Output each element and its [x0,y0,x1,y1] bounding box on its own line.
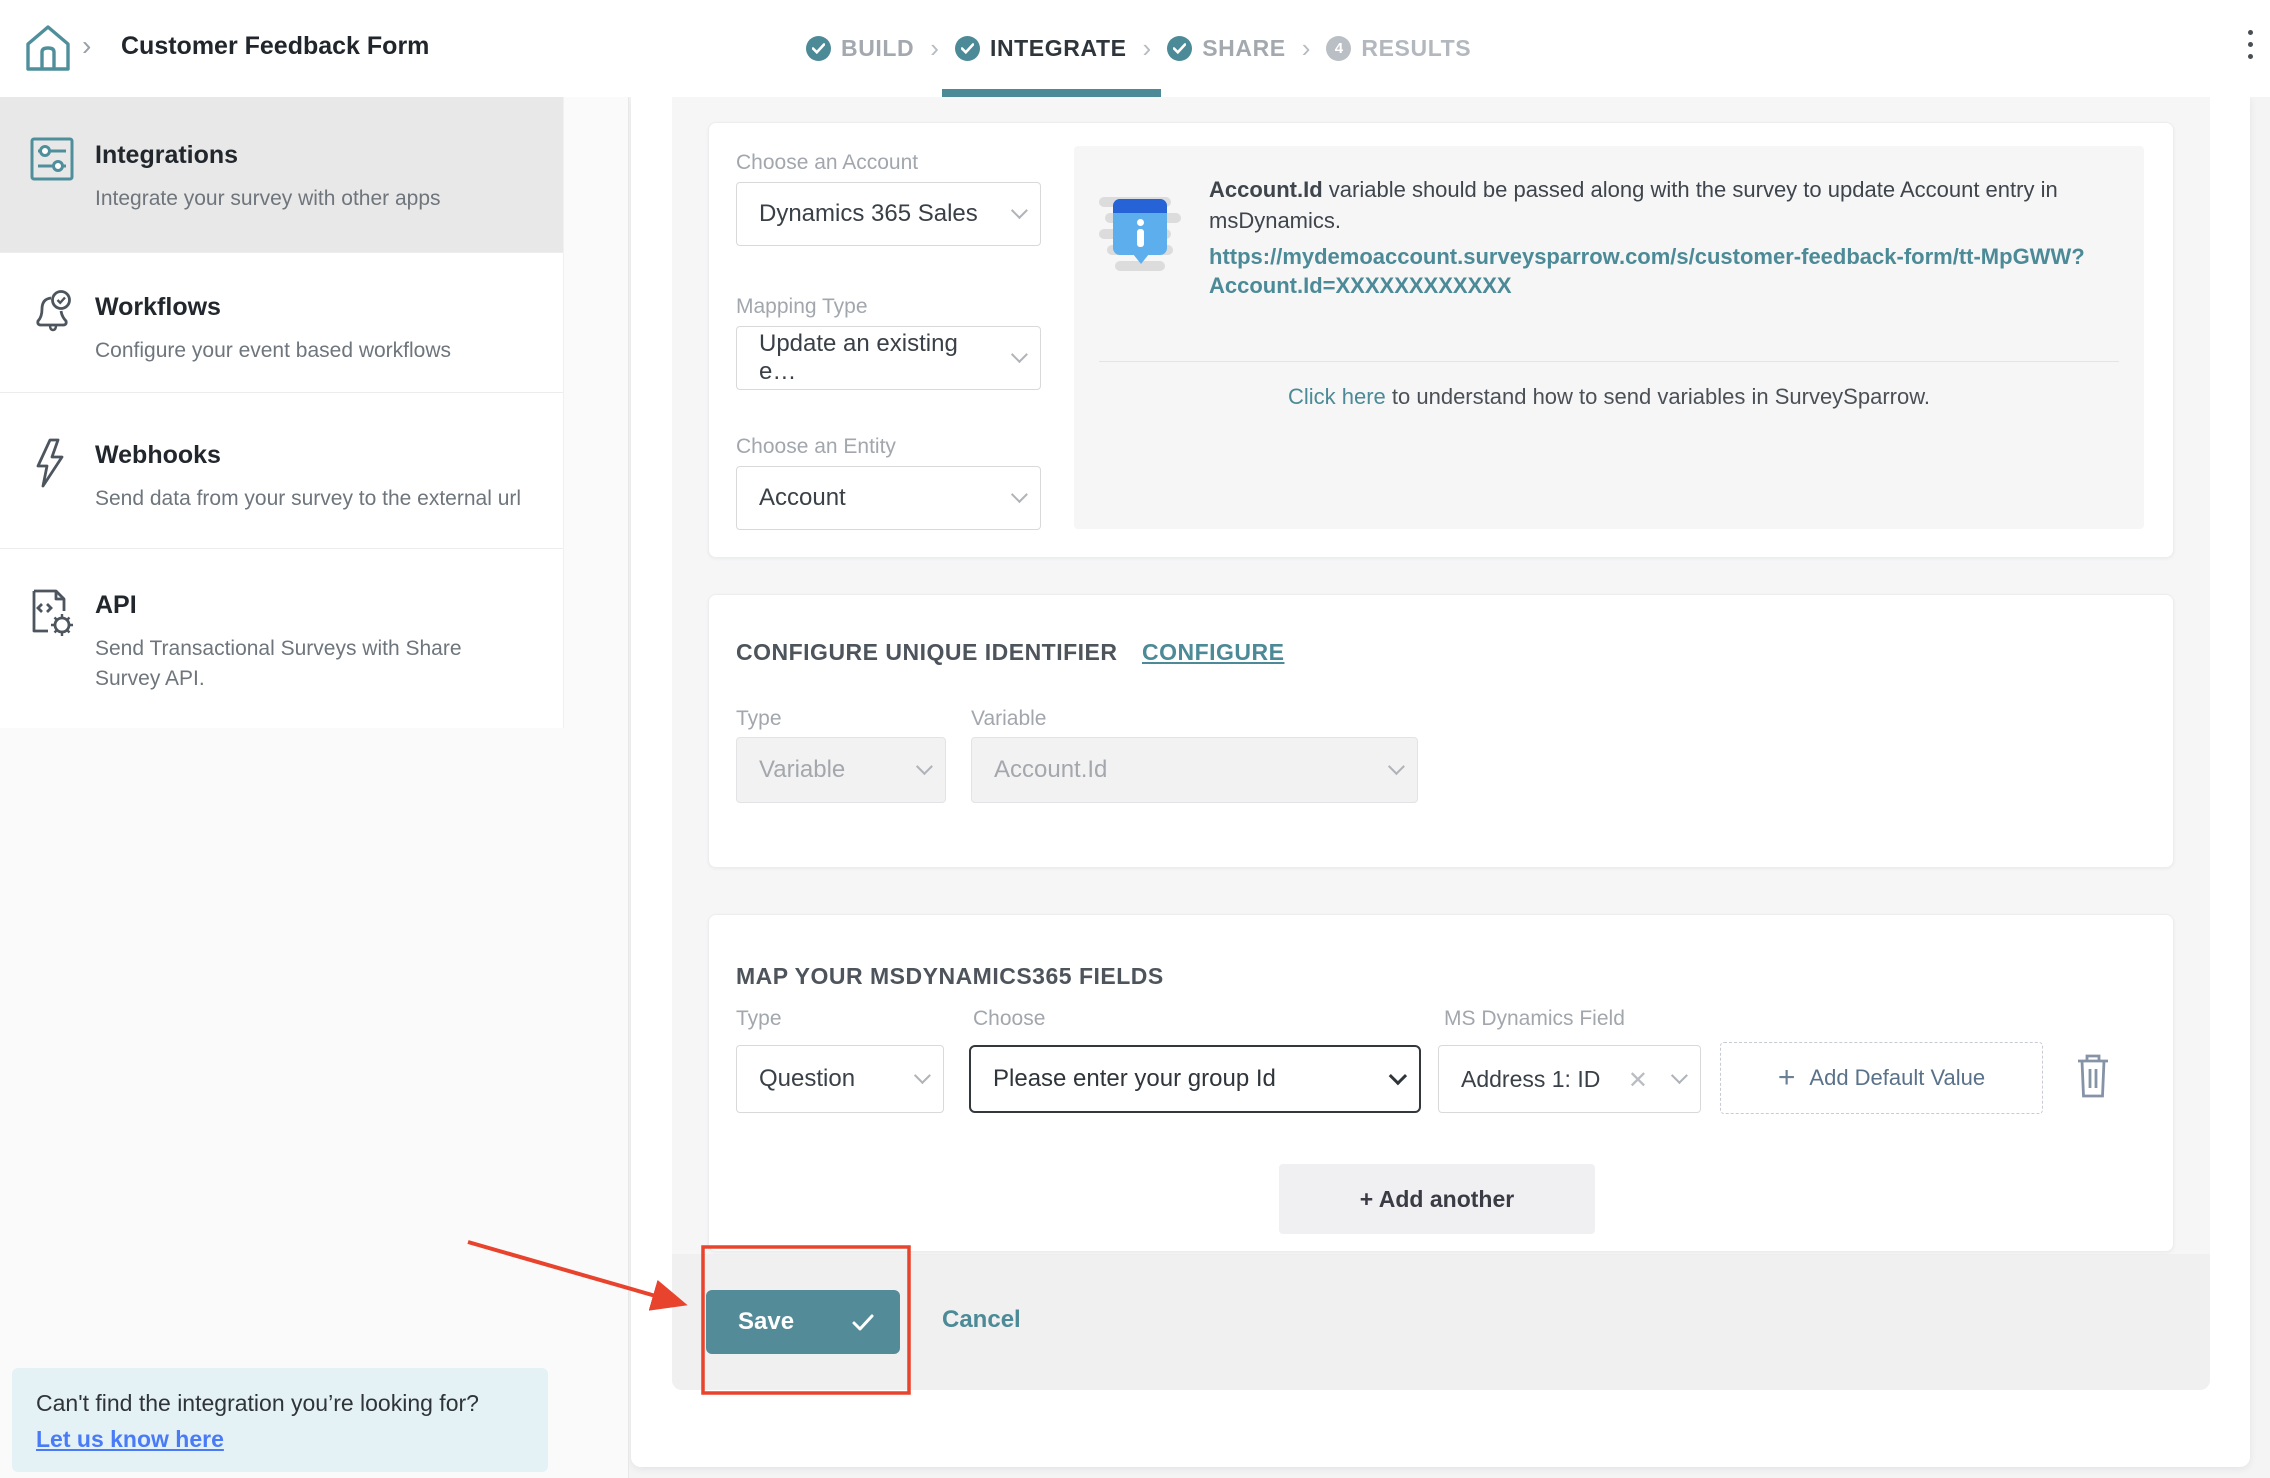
chevron-down-icon [1388,758,1405,775]
chevron-down-icon [1011,346,1028,363]
form-footer [672,1254,2210,1390]
sidebar-item-webhooks[interactable]: Webhooks Send data from your survey to t… [0,392,563,548]
tab-results[interactable]: 4 RESULTS [1326,35,1471,62]
chevron-down-icon [1671,1067,1688,1084]
build-label: BUILD [841,35,914,62]
entity-label: Choose an Entity [736,435,896,459]
info-text: Account.Id variable should be passed alo… [1209,174,2144,236]
account-label: Choose an Account [736,151,918,175]
top-navbar: › Customer Feedback Form BUILD › INTEGRA… [0,0,2270,97]
integrate-check-icon [955,36,980,61]
unique-identifier-title: CONFIGURE UNIQUE IDENTIFIER [736,639,1118,665]
clear-selection-icon[interactable]: ✕ [1628,1066,1648,1095]
info-badge-icon [1099,191,1183,277]
sidebar-item-desc: Configure your event based workflows [95,336,533,366]
results-label: RESULTS [1361,35,1471,62]
breadcrumb-chevron-icon: › [82,30,91,62]
integration-help-box: Can't find the integration you’re lookin… [12,1368,548,1472]
sidebar-item-title: API [95,591,533,620]
step-separator-icon: › [1143,33,1152,64]
sidebar-item-api[interactable]: API Send Transactional Surveys with Shar… [0,548,563,728]
let-us-know-link[interactable]: Let us know here [36,1426,224,1453]
sidebar-item-title: Webhooks [95,441,533,470]
divider [1099,361,2119,362]
add-another-button[interactable]: + Add another [1279,1164,1595,1234]
uid-type-select[interactable]: Variable [736,737,946,803]
delete-row-icon[interactable] [2074,1052,2112,1105]
integrations-sliders-icon [28,135,76,188]
account-select[interactable]: Dynamics 365 Sales [736,182,1041,246]
plus-icon: + [1778,1063,1796,1093]
wizard-steps: BUILD › INTEGRATE › SHARE › 4 RESULTS [806,0,1471,97]
map-choose-select[interactable]: Please enter your group Id [969,1045,1421,1113]
help-question: Can't find the integration you’re lookin… [36,1390,524,1417]
tab-share[interactable]: SHARE [1167,35,1286,62]
map-choose-label: Choose [973,1007,1045,1031]
build-check-icon [806,36,831,61]
workflows-bell-icon [28,287,78,342]
chevron-down-icon [916,758,933,775]
tab-integrate[interactable]: INTEGRATE [955,35,1127,62]
share-check-icon [1167,36,1192,61]
results-step-number: 4 [1326,36,1351,61]
mapping-type-select[interactable]: Update an existing e… [736,326,1041,390]
uid-variable-label: Variable [971,707,1047,731]
sidebar-item-integrations[interactable]: Integrations Integrate your survey with … [0,97,563,252]
account-config-section: Choose an Account Dynamics 365 Sales Map… [708,122,2174,558]
sidebar-item-desc: Send data from your survey to the extern… [95,484,533,514]
integrate-label: INTEGRATE [990,35,1127,62]
sidebar-item-title: Workflows [95,293,533,322]
chevron-down-icon [1011,486,1028,503]
active-tab-underline [942,89,1161,97]
unique-identifier-section: CONFIGURE UNIQUE IDENTIFIER CONFIGURE Ty… [708,594,2174,868]
home-icon[interactable] [24,22,72,79]
api-code-gear-icon [28,587,78,646]
configure-link[interactable]: CONFIGURE [1142,639,1285,665]
chevron-down-icon [1011,202,1028,219]
sidebar-item-workflows[interactable]: Workflows Configure your event based wor… [0,252,563,392]
share-label: SHARE [1202,35,1286,62]
sidebar-menu: Integrations Integrate your survey with … [0,97,564,728]
variable-info-panel: Account.Id variable should be passed alo… [1074,146,2144,529]
cancel-button[interactable]: Cancel [942,1306,1021,1334]
entity-select[interactable]: Account [736,466,1041,530]
sidebar-item-title: Integrations [95,141,533,170]
sidebar-item-desc: Send Transactional Surveys with Share Su… [95,634,485,694]
sidebar-item-desc: Integrate your survey with other apps [95,184,533,214]
step-separator-icon: › [1302,33,1311,64]
uid-type-label: Type [736,707,782,731]
map-field-label: MS Dynamics Field [1444,1007,1625,1031]
survey-variable-url[interactable]: https://mydemoaccount.surveysparrow.com/… [1209,242,2144,300]
click-here-link[interactable]: Click here [1288,384,1386,409]
mapping-type-label: Mapping Type [736,295,868,319]
page-title: Customer Feedback Form [121,32,429,61]
chevron-down-icon [1389,1067,1407,1085]
save-button[interactable]: Save [706,1290,900,1354]
variables-help-text: Click here to understand how to send var… [1074,384,2144,410]
tab-build[interactable]: BUILD [806,35,914,62]
step-separator-icon: › [930,33,939,64]
uid-variable-select[interactable]: Account.Id [971,737,1418,803]
map-type-select[interactable]: Question [736,1045,944,1113]
chevron-down-icon [914,1067,931,1084]
more-options-icon[interactable] [2238,30,2262,59]
map-type-label: Type [736,1007,782,1031]
ms-dynamics-field-select[interactable]: Address 1: ID ✕ [1438,1045,1701,1113]
add-default-value-button[interactable]: + Add Default Value [1720,1042,2043,1114]
webhooks-lightning-icon [28,437,72,494]
sidebar: Integrations Integrate your survey with … [0,97,629,1478]
check-icon [852,1314,874,1331]
map-fields-title: MAP YOUR MSDYNAMICS365 FIELDS [736,963,1164,990]
